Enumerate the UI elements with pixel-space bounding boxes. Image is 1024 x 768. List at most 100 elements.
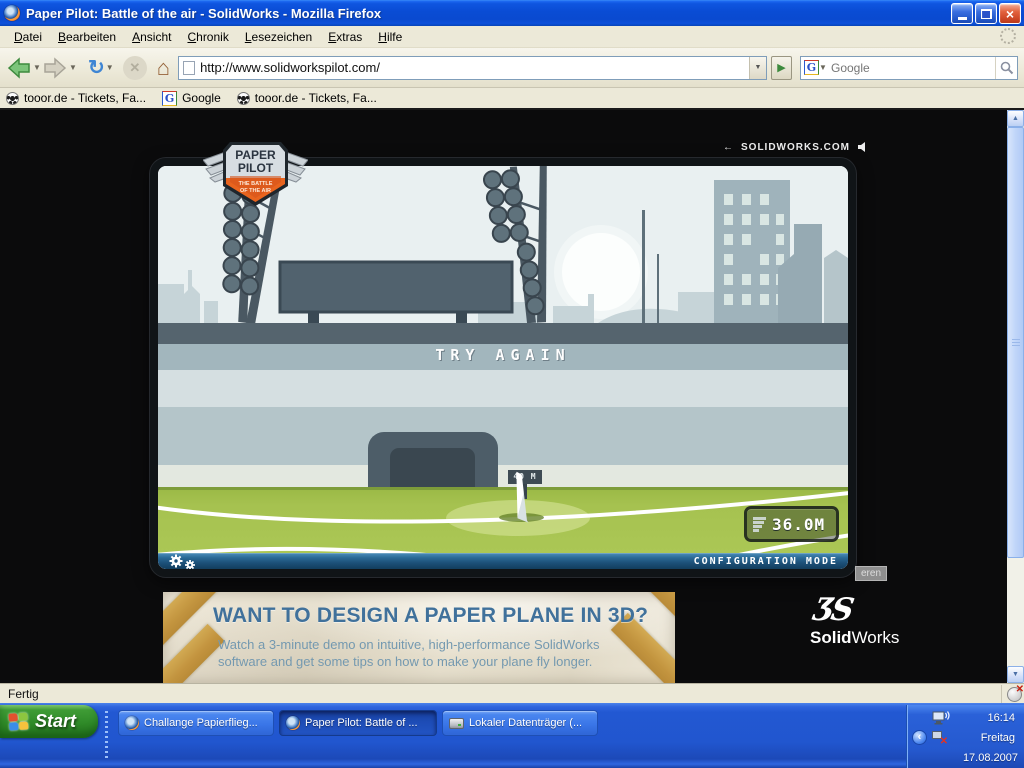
reload-dropdown[interactable]: ▼ [105,63,115,72]
start-button[interactable]: Start [0,705,98,738]
reload-button[interactable]: ↻ [88,52,105,84]
logo-line1: PAPER [235,148,276,162]
dugout-opening [390,448,475,487]
menubar: Datei Bearbeiten Ansicht Chronik Lesezei… [0,26,1024,48]
back-arrow-icon [6,55,32,81]
go-icon: ▶ [777,61,785,74]
home-button[interactable]: ⌂ [157,52,170,84]
dugout [368,432,498,487]
scroll-down-button[interactable]: ▼ [1007,666,1024,683]
stadium-lower-band [158,407,848,465]
restore-button[interactable] [975,3,997,24]
solidworks-com-link[interactable]: ← SOLIDWORKS.COM [723,141,869,153]
menu-chronik[interactable]: Chronik [179,27,236,47]
menu-datei[interactable]: Datei [6,27,50,47]
page-content: ← SOLIDWORKS.COM [0,110,1024,683]
window-title: Paper Pilot: Battle of the air - SolidWo… [26,6,381,21]
status-bar: Fertig [0,683,1024,703]
firefox-icon [125,716,139,730]
bookmark-google[interactable]: G Google [162,91,221,106]
score-panel: 36.0M [744,506,839,542]
search-go-button[interactable] [995,57,1017,79]
url-history-dropdown[interactable]: ▼ [749,57,766,79]
firefox-icon [4,5,20,21]
page-icon [183,61,195,75]
drive-icon [449,718,464,729]
search-engine-dropdown[interactable]: ▼ [819,63,827,72]
solidworks-wordmark: SolidWorks [810,628,899,648]
minimize-button[interactable] [951,3,973,24]
extension-status-icon[interactable] [1007,687,1022,702]
stadium-light-band [158,370,848,407]
menu-extras[interactable]: Extras [320,27,370,47]
url-bar[interactable]: ▼ [178,56,767,80]
tray-date: 17.08.2007 [963,752,1018,764]
settings-gears-icon[interactable] [168,554,200,570]
scrollbar-thumb[interactable] [1007,127,1024,558]
google-favicon: G [162,91,177,106]
forward-button[interactable] [42,52,68,84]
windows-logo-icon [8,712,29,731]
forward-arrow-icon [42,55,68,81]
menu-lesezeichen[interactable]: Lesezeichen [237,27,320,47]
distance-gauge-icon [753,517,766,532]
stop-button[interactable]: ✕ [123,52,147,84]
ds-logo-icon: ƷS [811,592,854,628]
hide-icons-chevron[interactable]: ‹ [912,730,927,745]
minimize-icon [958,17,967,20]
bookmark-label: tooor.de - Tickets, Fa... [24,91,146,105]
bookmark-tooor-1[interactable]: tooor.de - Tickets, Fa... [6,91,146,105]
menu-bearbeiten[interactable]: Bearbeiten [50,27,124,47]
network-activity-icon[interactable] [932,711,950,726]
configuration-mode-label[interactable]: CONFIGURATION MODE [694,556,838,567]
tray-day: Freitag [981,732,1015,744]
navigation-toolbar: ▼ ▼ ↻ ▼ ✕ ⌂ ▼ ▶ G ▼ [0,48,1024,88]
vertical-scrollbar[interactable]: ▲ ▼ [1007,110,1024,683]
taskbar: Start Challange Papierflieg... Paper Pil… [0,703,1024,768]
banner-body: Watch a 3-minute demo on intuitive, high… [218,636,600,670]
banner-body-line2: software and get some tips on how to mak… [218,653,600,670]
stray-tooltip: eren [855,566,887,581]
close-icon: × [1006,6,1014,22]
back-button[interactable] [6,52,32,84]
paper-pilot-logo: PAPER PILOT THE BATTLE OF THE AIR [203,138,308,222]
window-titlebar[interactable]: Paper Pilot: Battle of the air - SolidWo… [0,0,1024,26]
status-text: Fertig [8,687,39,701]
back-dropdown[interactable]: ▼ [32,63,42,72]
close-button[interactable]: × [999,3,1021,24]
menu-ansicht[interactable]: Ansicht [124,27,179,47]
home-icon: ⌂ [157,57,170,79]
search-input[interactable] [827,61,995,75]
task-lokaler-datentraeger[interactable]: Lokaler Datenträger (... [442,710,598,736]
disconnected-network-icon[interactable] [931,730,947,744]
solidworks-link-label: SOLIDWORKS.COM [741,142,850,153]
search-box[interactable]: G ▼ [800,56,1018,80]
desktop: Paper Pilot: Battle of the air - SolidWo… [0,0,1024,768]
speaker-icon[interactable] [857,141,869,153]
bookmarks-toolbar: tooor.de - Tickets, Fa... G Google tooor… [0,88,1024,110]
menu-hilfe[interactable]: Hilfe [370,27,410,47]
task-paper-pilot[interactable]: Paper Pilot: Battle of ... [279,710,437,736]
stadium-track-band [158,465,848,487]
search-icon [1000,61,1014,75]
restore-icon [981,9,992,19]
taskbar-grip[interactable] [105,711,108,759]
forward-dropdown[interactable]: ▼ [68,63,78,72]
firefox-icon [286,716,300,730]
stop-icon: ✕ [123,56,147,80]
system-tray: 16:14 ‹ Freitag 17.08.2007 [908,705,1024,768]
logo-sub1: THE BATTLE [239,181,273,187]
logo-line2: PILOT [238,161,274,175]
tray-time[interactable]: 16:14 [987,712,1015,724]
task-challange-papierflieger[interactable]: Challange Papierflieg... [118,710,274,736]
bookmark-label: tooor.de - Tickets, Fa... [255,91,377,105]
scroll-up-button[interactable]: ▲ [1007,110,1024,127]
promo-banner[interactable]: WANT TO DESIGN A PAPER PLANE IN 3D? Watc… [163,592,675,683]
back-arrow-glyph: ← [723,142,734,153]
distance-sign: 40 M [508,470,542,484]
game-message: TRY AGAIN [158,346,848,364]
bookmark-tooor-2[interactable]: tooor.de - Tickets, Fa... [237,91,377,105]
start-label: Start [35,711,76,732]
go-button[interactable]: ▶ [771,56,792,80]
url-input[interactable] [200,60,749,75]
